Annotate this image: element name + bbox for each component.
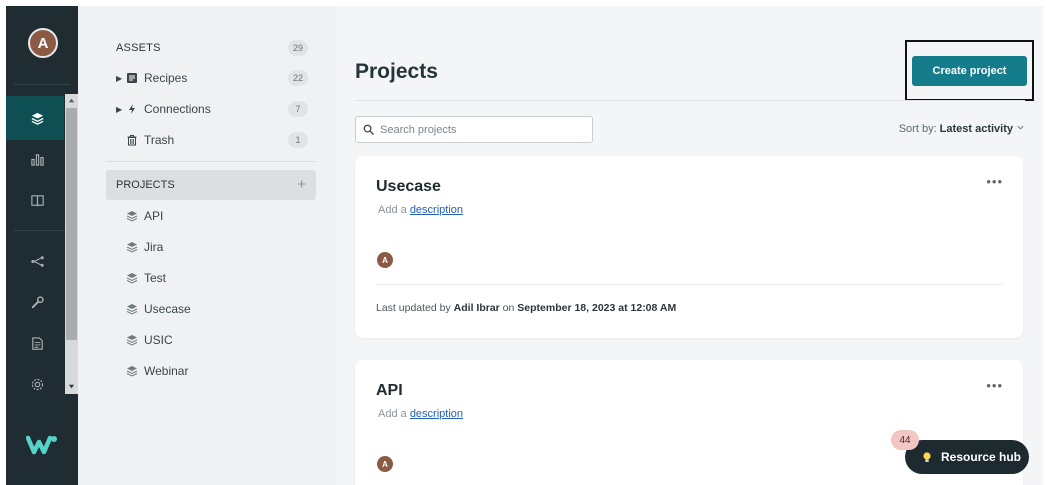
projects-stack-icon[interactable] xyxy=(26,107,48,129)
recipes-count-badge: 22 xyxy=(288,70,308,86)
trash-icon xyxy=(126,133,144,147)
more-options-icon[interactable]: ••• xyxy=(986,378,1003,393)
last-updated-text: Last updated by Adil Ibrar on September … xyxy=(376,302,677,314)
sidebar-project-usecase[interactable]: Usecase xyxy=(126,299,191,319)
card-title[interactable]: Usecase xyxy=(376,178,441,196)
project-stack-icon xyxy=(126,271,144,285)
workato-logo-icon[interactable] xyxy=(25,432,58,458)
avatar: A xyxy=(377,456,393,472)
sidebar-project-usic[interactable]: USIC xyxy=(126,330,173,350)
sort-prefix: Sort by: xyxy=(898,123,937,135)
project-label: Test xyxy=(144,271,167,285)
sidebar-divider xyxy=(106,161,316,162)
sidebar-project-api[interactable]: API xyxy=(126,206,163,226)
book-icon[interactable] xyxy=(26,189,48,211)
search-icon xyxy=(363,124,374,135)
projects-header-label: PROJECTS xyxy=(116,179,175,191)
card-description: Add a description xyxy=(378,204,464,216)
assets-sidebar: ASSETS 29 ▶ Recipes 22 ▶ Connections 7 T… xyxy=(78,6,336,485)
add-description-link[interactable]: description xyxy=(410,204,463,216)
expand-caret-icon[interactable]: ▶ xyxy=(116,105,126,114)
project-stack-icon xyxy=(126,333,144,347)
sidebar-item-recipes[interactable]: ▶ Recipes xyxy=(116,68,187,88)
project-label: API xyxy=(144,209,164,223)
project-label: Jira xyxy=(144,240,164,254)
page-title: Projects xyxy=(355,60,438,83)
rail-scrollbar[interactable] xyxy=(65,94,78,394)
project-stack-icon xyxy=(126,302,144,316)
add-description-link[interactable]: description xyxy=(410,408,463,420)
notification-count-badge[interactable]: 44 xyxy=(891,430,919,450)
user-avatar[interactable]: A xyxy=(28,28,58,58)
resource-hub-label: Resource hub xyxy=(941,450,1022,464)
project-card-usecase[interactable]: Usecase ••• Add a description A Last upd… xyxy=(355,156,1023,338)
sidebar-project-test[interactable]: Test xyxy=(126,268,166,288)
title-divider xyxy=(355,100,1025,101)
app-window: A ASSETS 29 ▶ Recipes 22 ▶ Connections 7… xyxy=(6,6,1043,485)
chevron-down-icon xyxy=(1016,123,1025,135)
document-icon[interactable] xyxy=(26,332,48,354)
card-description: Add a description xyxy=(378,408,464,420)
assets-count-badge: 29 xyxy=(288,40,308,56)
project-stack-icon xyxy=(126,240,144,254)
projects-section-header[interactable]: PROJECTS + xyxy=(106,170,316,200)
rail-divider xyxy=(14,230,70,231)
left-rail: A xyxy=(6,6,78,485)
card-title[interactable]: API xyxy=(376,382,403,400)
expand-caret-icon[interactable]: ▶ xyxy=(116,74,126,83)
sidebar-item-label: Connections xyxy=(144,102,211,116)
rail-scrollbar-thumb[interactable] xyxy=(66,108,77,340)
sort-value: Latest activity xyxy=(939,123,1013,135)
projects-main: Projects Create project Sort by: Latest … xyxy=(336,6,1043,485)
assets-header: ASSETS xyxy=(116,42,161,54)
project-stack-icon xyxy=(126,364,144,378)
create-project-button[interactable]: Create project xyxy=(912,56,1027,86)
more-options-icon[interactable]: ••• xyxy=(986,174,1003,189)
resource-hub-button[interactable]: Resource hub xyxy=(905,440,1029,474)
sort-dropdown[interactable]: Sort by: Latest activity xyxy=(899,123,1025,135)
rail-divider xyxy=(14,84,70,85)
sidebar-project-jira[interactable]: Jira xyxy=(126,237,163,257)
connections-count-badge: 7 xyxy=(288,101,308,117)
workflow-icon[interactable] xyxy=(26,250,48,272)
create-project-highlight: Create project xyxy=(905,40,1034,101)
connection-icon xyxy=(126,102,144,116)
wrench-icon[interactable] xyxy=(26,291,48,313)
project-label: USIC xyxy=(144,333,173,347)
sidebar-item-trash[interactable]: Trash xyxy=(116,130,174,150)
sidebar-item-label: Trash xyxy=(144,133,175,147)
recipe-icon xyxy=(126,71,144,85)
trash-count-badge: 1 xyxy=(288,132,308,148)
sidebar-item-connections[interactable]: ▶ Connections xyxy=(116,99,211,119)
scroll-up-arrow-icon[interactable] xyxy=(67,96,76,105)
project-stack-icon xyxy=(126,209,144,223)
avatar: A xyxy=(377,252,393,268)
lightbulb-icon xyxy=(923,452,931,462)
project-label: Webinar xyxy=(144,364,189,378)
updated-by-user: Adil Ibrar xyxy=(453,302,500,314)
card-divider xyxy=(376,284,1002,285)
project-label: Usecase xyxy=(144,302,191,316)
search-box[interactable] xyxy=(355,116,593,143)
updated-date: September 18, 2023 at 12:08 AM xyxy=(517,302,677,314)
sidebar-project-webinar[interactable]: Webinar xyxy=(126,361,188,381)
dashboard-chart-icon[interactable] xyxy=(26,148,48,170)
settings-gear-icon[interactable] xyxy=(26,373,48,395)
search-input[interactable] xyxy=(380,123,580,136)
add-project-icon[interactable]: + xyxy=(297,176,306,193)
sidebar-item-label: Recipes xyxy=(144,71,188,85)
scroll-down-arrow-icon[interactable] xyxy=(67,382,76,391)
